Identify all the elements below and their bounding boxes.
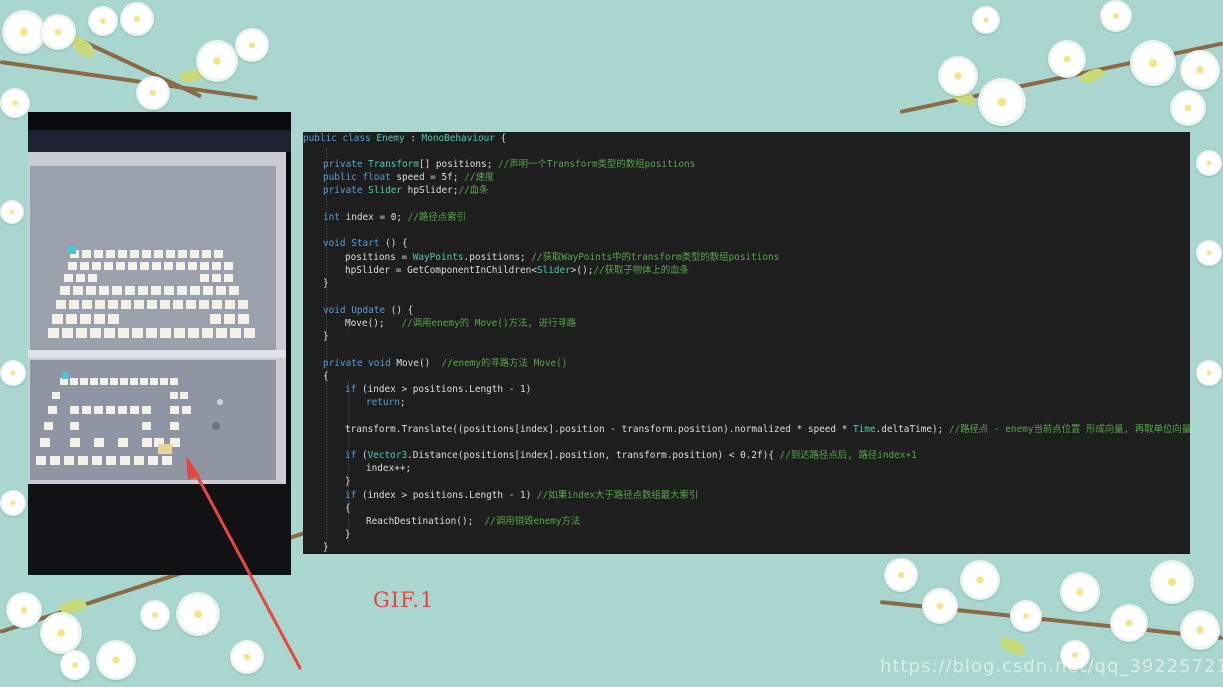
flower xyxy=(196,40,238,82)
flower xyxy=(1196,360,1222,386)
flower xyxy=(0,360,26,386)
code-line-17: transform.Translate((positions[index].po… xyxy=(345,424,1190,435)
flower xyxy=(1180,610,1220,650)
flower xyxy=(120,2,154,36)
code-line-20: } xyxy=(345,476,351,487)
flower xyxy=(40,14,76,50)
flower xyxy=(1100,0,1132,32)
code-line-24: } xyxy=(345,529,351,540)
indent-guide xyxy=(326,148,327,548)
flower xyxy=(1010,600,1042,632)
code-line-4: private Slider hpSlider;//血条 xyxy=(323,185,489,196)
flower xyxy=(0,490,26,516)
flower xyxy=(1196,150,1222,176)
flower xyxy=(1060,572,1100,612)
flower xyxy=(1170,90,1206,126)
flower xyxy=(140,600,170,630)
code-line-18: if (Vector3.Distance(positions[index].po… xyxy=(345,450,917,461)
code-line-12: } xyxy=(323,331,329,342)
view-divider xyxy=(28,350,286,358)
code-editor: public class Enemy : MonoBehaviour { pri… xyxy=(303,132,1190,554)
game-view xyxy=(30,360,276,480)
flower xyxy=(1196,240,1222,266)
code-line-21: if (index > positions.Length - 1) //如果in… xyxy=(345,490,699,501)
watermark-url: https://blog.csdn.net/qq_39225721 xyxy=(880,656,1223,677)
flower xyxy=(884,558,918,592)
code-line-2: private Transform[] positions; //声明一个Tra… xyxy=(323,159,696,170)
flower xyxy=(938,56,978,96)
slide: public class Enemy : MonoBehaviour { pri… xyxy=(0,0,1223,687)
code-line-25: } xyxy=(323,542,329,553)
code-line-10: void Update () { xyxy=(323,305,414,316)
flower xyxy=(922,588,958,624)
flower xyxy=(960,560,1000,600)
code-line-8: hpSlider = GetComponentInChildren<Slider… xyxy=(345,265,690,276)
flower xyxy=(978,78,1026,126)
scene-view xyxy=(30,166,276,352)
flower xyxy=(40,612,82,654)
code-line-7: positions = WayPoints.positions; //获取Way… xyxy=(345,252,780,263)
flower xyxy=(1150,560,1194,604)
flower xyxy=(0,88,30,118)
flower xyxy=(1180,50,1220,90)
flower xyxy=(1110,604,1148,642)
maze-tiles-bottom xyxy=(36,372,223,465)
code-line-9: } xyxy=(323,278,329,289)
monitor-photo xyxy=(28,112,291,575)
flower xyxy=(235,28,269,62)
code-line-14: { xyxy=(323,371,329,382)
code-line-1: public class Enemy : MonoBehaviour { xyxy=(303,133,507,144)
monitor-bezel xyxy=(28,484,291,575)
gif-caption: GIF.1 xyxy=(373,588,435,612)
flower xyxy=(6,592,42,628)
flower xyxy=(0,200,24,224)
code-line-23: ReachDestination(); //调用销毁enemy方法 xyxy=(366,516,581,527)
flower xyxy=(88,6,118,36)
flower xyxy=(136,76,170,110)
flower xyxy=(176,592,220,636)
flower xyxy=(230,640,264,674)
code-line-22: { xyxy=(345,503,351,514)
code-line-16: return; xyxy=(366,397,406,408)
code-line-15: if (index > positions.Length - 1) xyxy=(345,384,532,395)
flower xyxy=(1048,40,1086,78)
flower xyxy=(96,640,136,680)
code-line-19: index++; xyxy=(366,463,412,474)
flower xyxy=(972,6,1000,34)
code-line-11: Move(); //调用enemy的 Move()方法, 进行寻路 xyxy=(345,318,577,329)
code-line-6: void Start () { xyxy=(323,238,408,249)
maze-tiles-top xyxy=(48,246,255,338)
flower xyxy=(1130,40,1176,86)
leaf xyxy=(998,636,1028,657)
editor-title-bar xyxy=(28,130,291,152)
code-line-3: public float speed = 5f; //速度 xyxy=(323,172,495,183)
flower xyxy=(60,650,90,680)
code-line-13: private void Move() //enemy的寻路方法 Move() xyxy=(323,358,568,369)
code-line-5: int index = 0; //路径点索引 xyxy=(323,212,466,223)
